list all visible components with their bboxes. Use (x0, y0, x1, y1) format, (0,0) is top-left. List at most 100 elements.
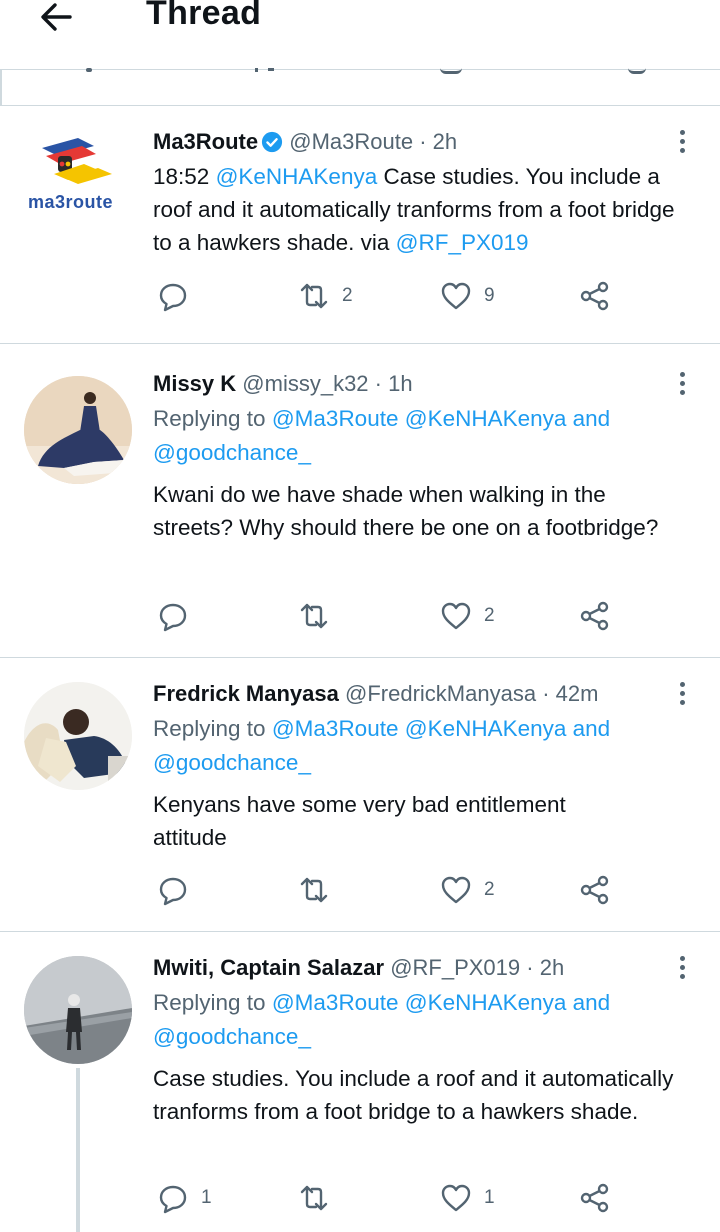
mention-link[interactable]: @Ma3Route @KeNHAKenya (272, 406, 567, 431)
avatar[interactable] (24, 682, 132, 790)
avatar[interactable]: ma3route (24, 134, 132, 242)
like-count: 1 (484, 1187, 495, 1208)
author-handle[interactable]: @RF_PX019 (390, 955, 520, 980)
retweet-button[interactable] (298, 1178, 342, 1218)
and-others-link[interactable]: and (566, 716, 611, 741)
mention-link[interactable]: @goodchance_ (153, 440, 311, 465)
author-name[interactable]: Fredrick Manyasa (153, 681, 339, 706)
share-button[interactable] (579, 870, 611, 910)
top-app-bar: Thread (0, 0, 720, 70)
tweet[interactable]: ma3route Ma3Route @Ma3Route · 2h 18:52 @… (0, 106, 720, 344)
share-button[interactable] (579, 276, 611, 316)
previous-tweet-actions-cutoff (0, 68, 720, 106)
more-vertical-icon (679, 130, 685, 135)
like-count: 9 (484, 285, 495, 306)
like-button[interactable]: 2 (440, 596, 495, 636)
author-handle[interactable]: @Ma3Route (289, 129, 413, 154)
more-vertical-icon (679, 372, 685, 377)
retweet-icon (300, 877, 328, 903)
mention-link[interactable]: @RF_PX019 (396, 230, 529, 255)
tweet-header: Missy K @missy_k32 · 1h (153, 370, 692, 398)
reply-count: 1 (201, 1187, 212, 1208)
reply-button[interactable]: 1 (157, 1178, 212, 1218)
tweet-actions: 2 (153, 596, 633, 636)
retweet-button[interactable]: 2 (298, 276, 353, 316)
heart-icon (441, 1184, 471, 1212)
tweet[interactable]: Fredrick Manyasa @FredrickManyasa · 42m … (0, 658, 720, 932)
reply-button[interactable] (157, 276, 201, 316)
retweet-count: 2 (342, 285, 353, 306)
tweet-time: · 42m (542, 681, 599, 706)
back-button[interactable] (36, 0, 76, 38)
reply-icon (159, 603, 187, 632)
tweet[interactable]: Missy K @missy_k32 · 1h Replying to @Ma3… (0, 344, 720, 658)
like-count: 2 (484, 605, 495, 626)
tweet-text: Case studies. You include a roof and it … (153, 1066, 674, 1124)
mention-link[interactable]: @Ma3Route @KeNHAKenya (272, 990, 567, 1015)
share-icon (580, 601, 609, 631)
thread-connector-line (76, 1068, 80, 1232)
avatar-photo (24, 956, 132, 1064)
more-vertical-icon (679, 956, 685, 961)
reply-button[interactable] (157, 870, 201, 910)
tweet-header: Fredrick Manyasa @FredrickManyasa · 42m (153, 680, 692, 708)
avatar-photo (24, 682, 132, 790)
tweet[interactable]: Mwiti, Captain Salazar @RF_PX019 · 2h Re… (0, 932, 720, 1232)
like-count: 2 (484, 879, 495, 900)
retweet-icon (300, 283, 328, 309)
tweet-text: Kenyans have some very bad entitlement a… (153, 792, 566, 850)
replying-to: Replying to @Ma3Route @KeNHAKenya and @go… (153, 712, 692, 780)
replying-to-label: Replying to (153, 406, 272, 431)
avatar[interactable] (24, 376, 132, 484)
author-handle[interactable]: @missy_k32 (242, 371, 368, 396)
tweet-text-part: 18:52 (153, 164, 216, 189)
tweet-header: Ma3Route @Ma3Route · 2h (153, 128, 692, 156)
replying-to: Replying to @Ma3Route @KeNHAKenya and @go… (153, 986, 692, 1054)
share-icon (580, 875, 609, 905)
like-button[interactable]: 1 (440, 1178, 495, 1218)
retweet-button[interactable] (298, 870, 342, 910)
retweet-icon (300, 1185, 328, 1211)
reply-icon (159, 877, 187, 906)
more-options-button[interactable] (678, 680, 686, 708)
replying-to-label: Replying to (153, 990, 272, 1015)
share-icon (580, 281, 609, 311)
author-name[interactable]: Missy K (153, 371, 236, 396)
share-icon (580, 1183, 609, 1213)
avatar[interactable] (24, 956, 132, 1064)
tweet-time: · 2h (526, 955, 565, 980)
more-vertical-icon (679, 682, 685, 687)
more-options-button[interactable] (678, 954, 686, 982)
author-name[interactable]: Mwiti, Captain Salazar (153, 955, 384, 980)
like-button[interactable]: 2 (440, 870, 495, 910)
mention-link[interactable]: @goodchance_ (153, 1024, 311, 1049)
and-others-link[interactable]: and (566, 990, 611, 1015)
heart-icon (441, 876, 471, 904)
heart-icon (441, 602, 471, 630)
retweet-icon (300, 603, 328, 629)
verified-badge-icon (262, 131, 283, 153)
mention-link[interactable]: @KeNHAKenya (216, 164, 378, 189)
tweet-header: Mwiti, Captain Salazar @RF_PX019 · 2h (153, 954, 692, 982)
mention-link[interactable]: @Ma3Route @KeNHAKenya (272, 716, 567, 741)
replying-to: Replying to @Ma3Route @KeNHAKenya and @go… (153, 402, 692, 470)
tweet-text: Kwani do we have shade when walking in t… (153, 482, 659, 540)
tweet-actions: 2 (153, 870, 633, 910)
more-options-button[interactable] (678, 128, 686, 156)
arrow-left-icon (41, 3, 72, 31)
reply-button[interactable] (157, 596, 201, 636)
share-button[interactable] (579, 1178, 611, 1218)
retweet-button[interactable] (298, 596, 342, 636)
like-button[interactable]: 9 (440, 276, 495, 316)
and-others-link[interactable]: and (566, 406, 611, 431)
mention-link[interactable]: @goodchance_ (153, 750, 311, 775)
author-name[interactable]: Ma3Route (153, 129, 258, 154)
reply-icon (159, 1185, 187, 1214)
more-options-button[interactable] (678, 370, 686, 398)
avatar-photo (24, 376, 132, 484)
author-handle[interactable]: @FredrickManyasa (345, 681, 536, 706)
tweet-actions: 1 1 (153, 1178, 633, 1218)
tweet-actions: 2 9 (153, 276, 633, 316)
share-button[interactable] (579, 596, 611, 636)
replying-to-label: Replying to (153, 716, 272, 741)
